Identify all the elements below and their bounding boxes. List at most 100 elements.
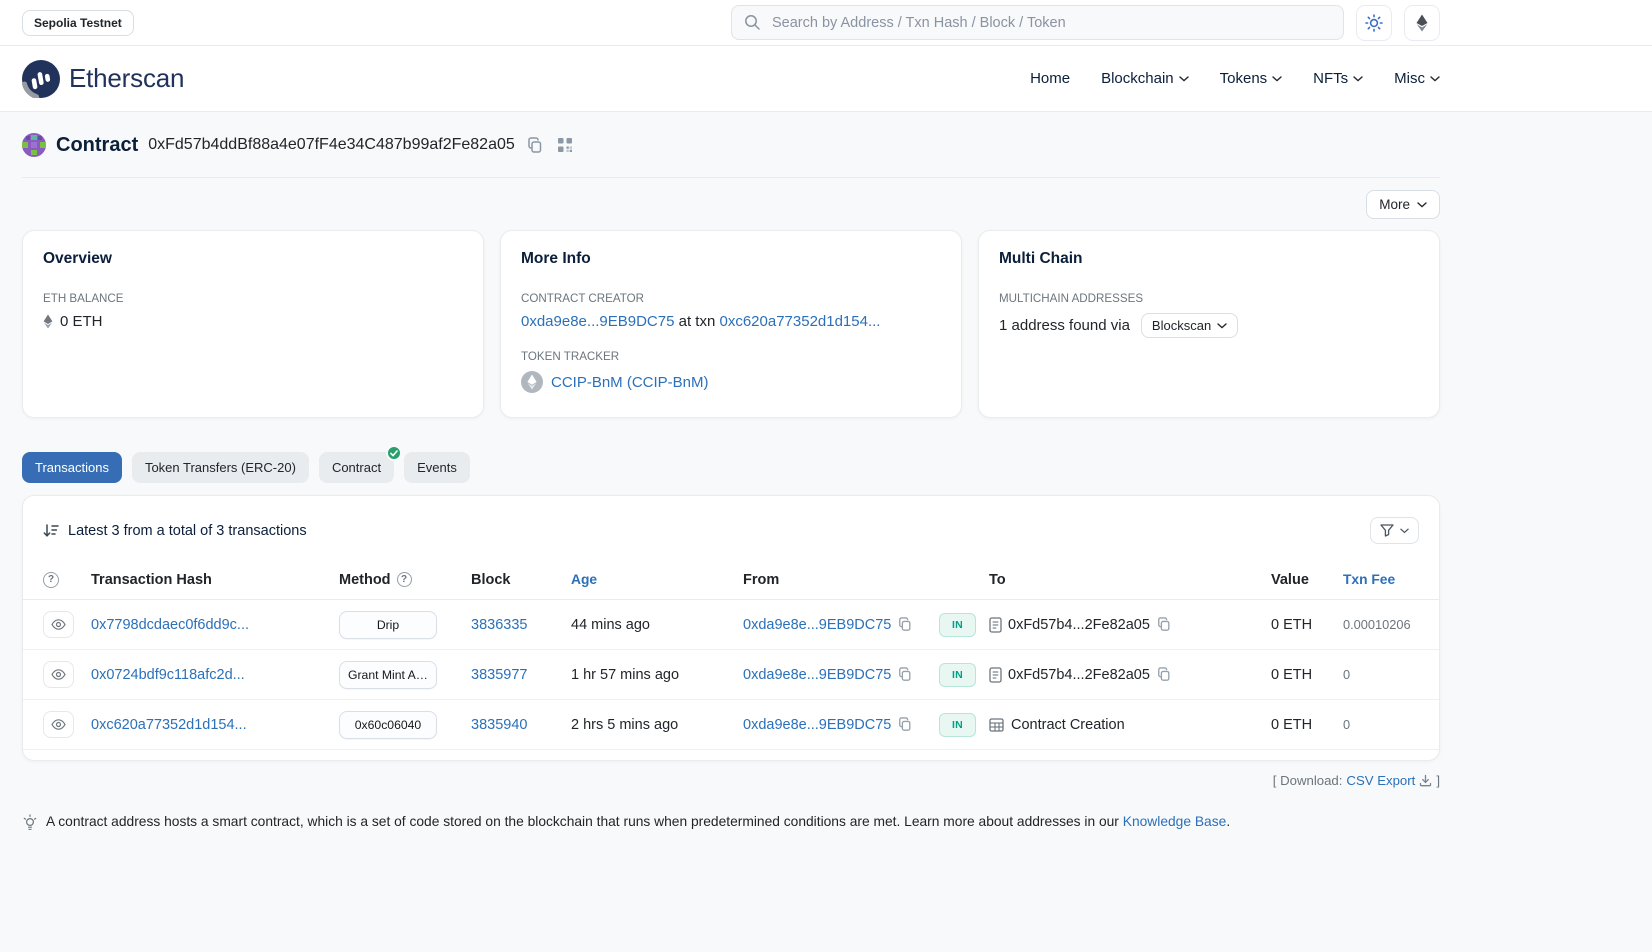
token-icon bbox=[521, 371, 543, 393]
funnel-icon bbox=[1380, 524, 1394, 537]
col-to: To bbox=[989, 572, 1271, 588]
download-bracket: ] bbox=[1436, 773, 1440, 788]
search-bar[interactable] bbox=[731, 5, 1344, 40]
tx-hash-link[interactable]: 0x0724bdf9c118afc2d... bbox=[91, 667, 245, 683]
theme-toggle-button[interactable] bbox=[1356, 5, 1392, 41]
multichain-found-text: 1 address found via bbox=[999, 317, 1130, 334]
from-address-link[interactable]: 0xda9e8e...9EB9DC75 bbox=[743, 667, 891, 683]
copy-address-button[interactable] bbox=[525, 135, 545, 156]
contract-header: Contract 0xFd57b4ddBf88a4e07fF4e34C487b9… bbox=[22, 112, 1440, 157]
network-badge[interactable]: Sepolia Testnet bbox=[22, 10, 134, 36]
address-identicon bbox=[22, 133, 46, 157]
copy-to-button[interactable] bbox=[1157, 617, 1171, 632]
contract-file-icon bbox=[989, 617, 1002, 633]
ethereum-icon bbox=[1414, 14, 1430, 32]
age-value: 44 mins ago bbox=[571, 617, 650, 633]
eth-balance-value: 0 ETH bbox=[60, 313, 103, 330]
age-value: 1 hr 57 mins ago bbox=[571, 667, 679, 683]
to-address: 0xFd57b4...2Fe82a05 bbox=[1008, 617, 1150, 633]
creation-txn-link[interactable]: 0xc620a77352d1d154... bbox=[719, 313, 880, 330]
help-icon[interactable]: ? bbox=[43, 572, 59, 588]
etherscan-logo[interactable]: Etherscan bbox=[22, 60, 184, 98]
search-input[interactable] bbox=[770, 14, 1331, 32]
at-txn-text: at txn bbox=[679, 313, 720, 330]
from-address-link[interactable]: 0xda9e8e...9EB9DC75 bbox=[743, 717, 891, 733]
download-icon bbox=[1419, 774, 1432, 787]
tab-events[interactable]: Events bbox=[404, 452, 470, 483]
value-amount: 0 ETH bbox=[1271, 667, 1312, 683]
direction-in-badge: IN bbox=[939, 613, 976, 637]
eth-balance-label: ETH BALANCE bbox=[43, 292, 463, 305]
col-txn-fee-toggle-link[interactable]: Txn Fee bbox=[1343, 572, 1395, 587]
nav-home[interactable]: Home bbox=[1030, 70, 1070, 87]
tab-transactions[interactable]: Transactions bbox=[22, 452, 122, 483]
tx-preview-button[interactable] bbox=[43, 711, 74, 738]
from-address-link[interactable]: 0xda9e8e...9EB9DC75 bbox=[743, 617, 891, 633]
nav-blockchain[interactable]: Blockchain bbox=[1101, 70, 1189, 87]
contract-creation-label: Contract Creation bbox=[1011, 717, 1125, 733]
copy-from-button[interactable] bbox=[898, 717, 912, 732]
method-badge[interactable]: Grant Mint An... bbox=[339, 661, 437, 689]
copy-icon bbox=[898, 667, 912, 682]
method-badge[interactable]: 0x60c06040 bbox=[339, 711, 437, 739]
csv-export-link[interactable]: CSV Export bbox=[1346, 773, 1415, 788]
copy-icon bbox=[1157, 617, 1171, 632]
contract-creation-icon bbox=[989, 718, 1004, 732]
copy-from-button[interactable] bbox=[898, 667, 912, 682]
chevron-down-icon bbox=[1400, 528, 1409, 534]
copy-from-button[interactable] bbox=[898, 617, 912, 632]
more-info-card-title: More Info bbox=[521, 250, 941, 268]
txn-fee: 0 bbox=[1343, 717, 1350, 732]
qr-code-icon bbox=[557, 137, 573, 153]
tx-preview-button[interactable] bbox=[43, 661, 74, 688]
method-badge[interactable]: Drip bbox=[339, 611, 437, 639]
page-title: Contract bbox=[56, 134, 138, 157]
copy-icon bbox=[527, 137, 543, 154]
tx-hash-link[interactable]: 0xc620a77352d1d154... bbox=[91, 717, 247, 733]
creator-address-link[interactable]: 0xda9e8e...9EB9DC75 bbox=[521, 313, 674, 330]
table-header-row: ? Transaction Hash Method ? Block Age Fr… bbox=[23, 560, 1439, 600]
tab-bar: Transactions Token Transfers (ERC-20) Co… bbox=[22, 452, 1440, 483]
token-tracker-link[interactable]: CCIP-BnM (CCIP-BnM) bbox=[551, 374, 709, 391]
brand-name: Etherscan bbox=[69, 63, 184, 94]
footer-note-text: A contract address hosts a smart contrac… bbox=[46, 814, 1119, 829]
method-help-icon[interactable]: ? bbox=[397, 572, 412, 587]
filter-button[interactable] bbox=[1370, 517, 1419, 544]
txn-fee: 0.00010206 bbox=[1343, 617, 1411, 632]
knowledge-base-link[interactable]: Knowledge Base bbox=[1123, 814, 1227, 829]
contract-address: 0xFd57b4ddBf88a4e07fF4e34C487b99af2Fe82a… bbox=[148, 136, 515, 154]
footer-note: A contract address hosts a smart contrac… bbox=[22, 813, 1440, 832]
chevron-down-icon bbox=[1417, 202, 1427, 208]
eye-icon bbox=[51, 719, 66, 730]
tab-contract[interactable]: Contract bbox=[319, 452, 394, 483]
copy-icon bbox=[898, 717, 912, 732]
copy-to-button[interactable] bbox=[1157, 667, 1171, 682]
direction-in-badge: IN bbox=[939, 663, 976, 687]
chevron-down-icon bbox=[1430, 76, 1440, 82]
overview-card: Overview ETH BALANCE 0 ETH bbox=[22, 230, 484, 418]
contract-creator-label: CONTRACT CREATOR bbox=[521, 292, 941, 305]
nav-misc[interactable]: Misc bbox=[1394, 70, 1440, 87]
copy-icon bbox=[1157, 667, 1171, 682]
tx-preview-button[interactable] bbox=[43, 611, 74, 638]
block-link[interactable]: 3835940 bbox=[471, 717, 527, 733]
block-link[interactable]: 3836335 bbox=[471, 617, 527, 633]
download-label: [ Download: bbox=[1273, 773, 1343, 788]
divider bbox=[22, 177, 1440, 178]
overview-card-title: Overview bbox=[43, 250, 463, 268]
qr-code-button[interactable] bbox=[555, 135, 575, 155]
etherscan-logo-icon bbox=[22, 60, 60, 98]
nav-nfts[interactable]: NFTs bbox=[1313, 70, 1363, 87]
tx-hash-link[interactable]: 0x7798dcdaec0f6dd9c... bbox=[91, 617, 249, 633]
token-tracker-label: TOKEN TRACKER bbox=[521, 350, 941, 363]
eye-icon bbox=[51, 669, 66, 680]
multichain-provider-select[interactable]: Blockscan bbox=[1141, 313, 1238, 338]
chevron-down-icon bbox=[1272, 76, 1282, 82]
block-link[interactable]: 3835977 bbox=[471, 667, 527, 683]
direction-in-badge: IN bbox=[939, 713, 976, 737]
col-age-sort-link[interactable]: Age bbox=[571, 572, 597, 587]
nav-tokens[interactable]: Tokens bbox=[1220, 70, 1283, 87]
network-switch-button[interactable] bbox=[1404, 5, 1440, 41]
more-button[interactable]: More bbox=[1366, 190, 1440, 219]
tab-token-transfers[interactable]: Token Transfers (ERC-20) bbox=[132, 452, 309, 483]
